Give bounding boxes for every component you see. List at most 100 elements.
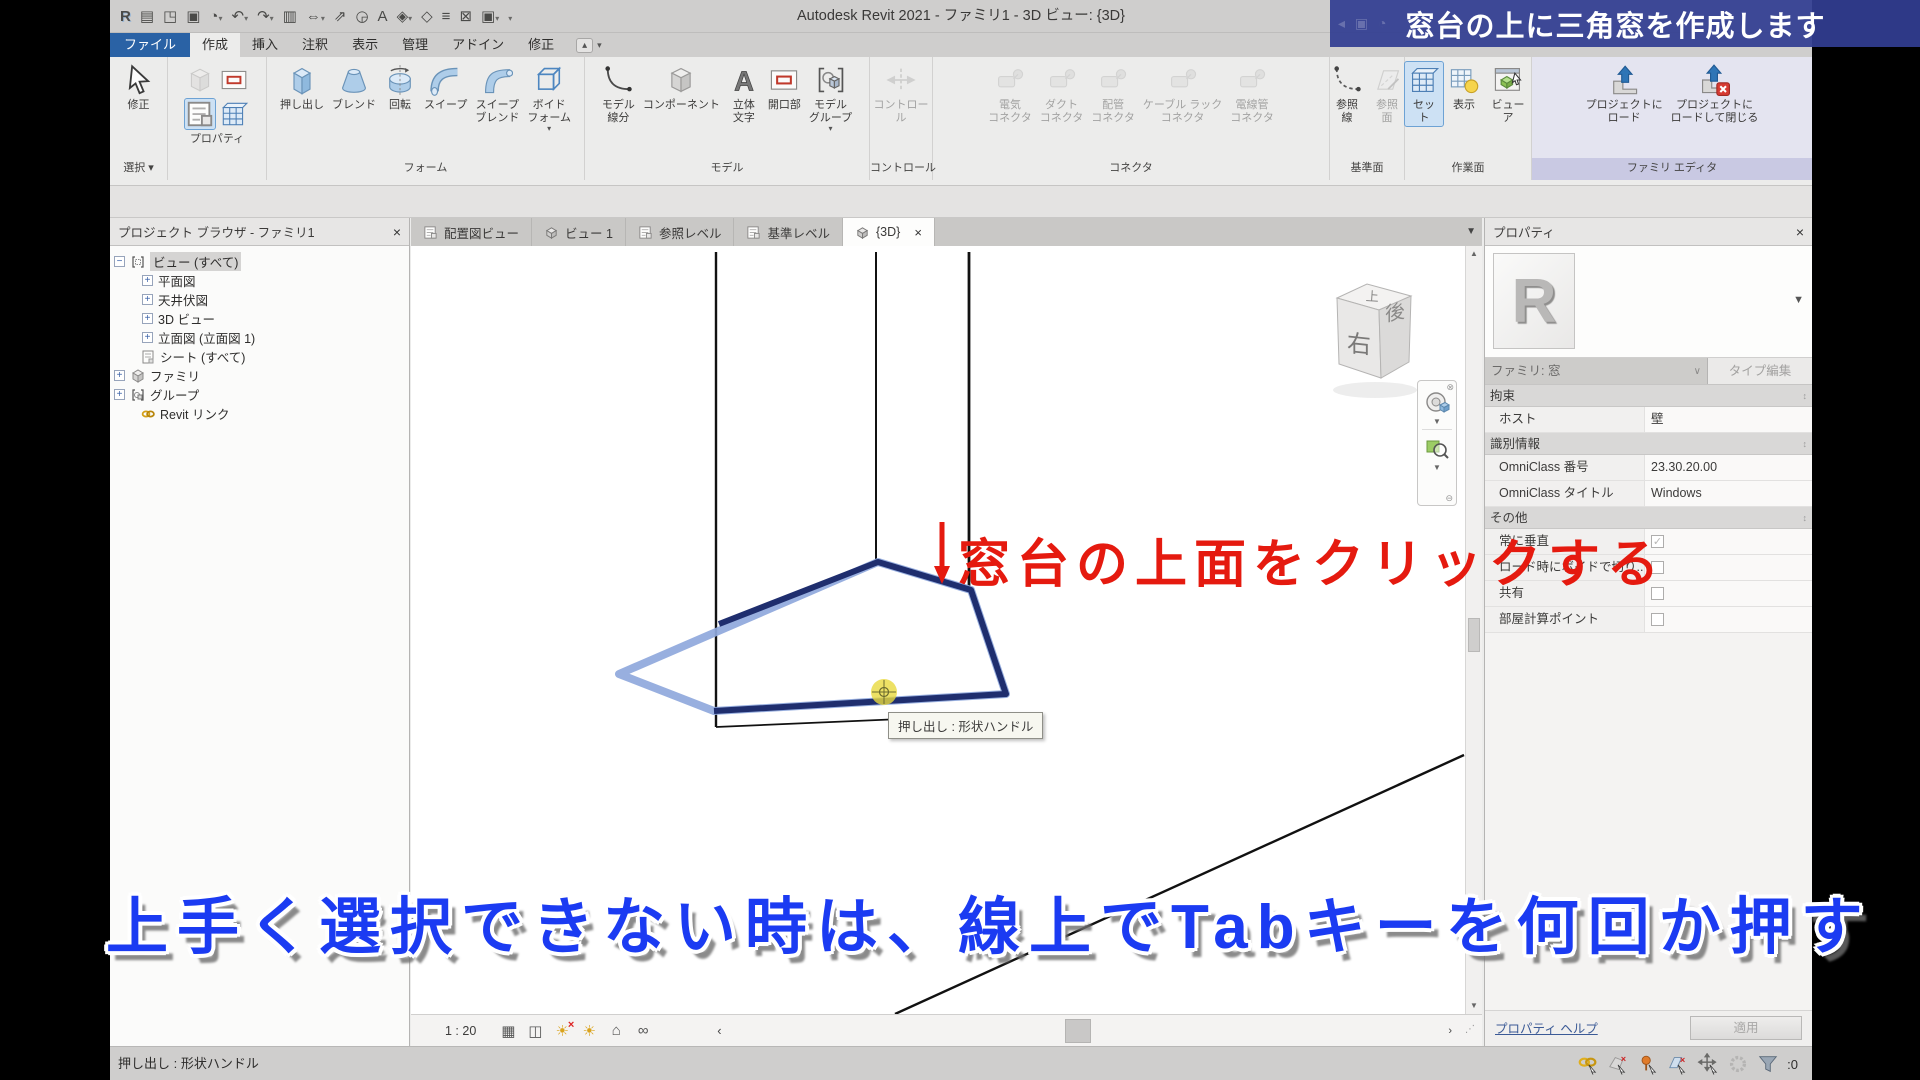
navbar-collapse-icon[interactable]: ⊖ xyxy=(1445,493,1453,504)
model-line-button[interactable]: モデル 線分 xyxy=(599,62,638,126)
tree-item-elevations[interactable]: + 立面図 (立面図 1) xyxy=(110,328,409,347)
properties-header[interactable]: プロパティ × xyxy=(1485,218,1812,246)
temporary-hide-isolate-icon[interactable]: ∞ xyxy=(633,1021,653,1041)
visual-style-icon[interactable]: ◫ xyxy=(525,1021,545,1041)
family-parameters-button[interactable] xyxy=(219,99,249,129)
sweep-blend-button[interactable]: スイープ ブレンド xyxy=(472,62,522,126)
tab-manage[interactable]: 管理 xyxy=(390,33,440,57)
group-label-form: フォーム xyxy=(267,158,584,180)
project-browser-close-icon[interactable]: × xyxy=(393,224,401,240)
view-tab-ref-level[interactable]: 参照レベル xyxy=(626,218,735,246)
view-scale[interactable]: 1 : 20 xyxy=(445,1024,476,1038)
select-underlay-icon[interactable] xyxy=(1607,1053,1629,1075)
set-workplane-button[interactable]: セット xyxy=(1405,62,1443,126)
extrusion-button[interactable]: 押し出し xyxy=(277,62,327,114)
model-text-button[interactable]: 立体 文字 xyxy=(725,62,763,126)
tree-item-families[interactable]: + ファミリ xyxy=(110,366,409,385)
tree-item-sheets[interactable]: シート (すべて) xyxy=(110,347,409,366)
edit-type-button[interactable]: タイプ編集 xyxy=(1708,358,1812,384)
model-group-dropdown-icon[interactable]: ▾ xyxy=(828,124,832,133)
group-label-properties[interactable]: プロパティ xyxy=(168,129,266,151)
tab-insert[interactable]: 挿入 xyxy=(240,33,290,57)
view-tab-close-icon[interactable]: × xyxy=(914,225,922,240)
tree-item-floor-plans[interactable]: + 平面図 xyxy=(110,271,409,290)
zoom-dropdown-icon[interactable]: ▼ xyxy=(1418,463,1456,472)
scroll-down-icon[interactable]: ▼ xyxy=(1466,998,1482,1014)
family-types-button[interactable] xyxy=(219,65,249,95)
reference-line-button[interactable]: 参照 線 xyxy=(1328,62,1366,126)
sun-path-icon[interactable]: ☀× xyxy=(552,1021,572,1041)
properties-help-link[interactable]: プロパティ ヘルプ xyxy=(1495,1018,1598,1037)
family-preview: R ▼ xyxy=(1485,246,1812,358)
tab-modify[interactable]: 修正 xyxy=(516,33,566,57)
properties-close-icon[interactable]: × xyxy=(1796,224,1804,240)
shadows-icon[interactable]: ☀ xyxy=(579,1021,599,1041)
view-tab-datum-level[interactable]: 基準レベル xyxy=(734,218,843,246)
ribbon-group-connector: 電気 コネクタ ダクト コネクタ 配管 コネクタ ケーブル ラック コネクタ 電… xyxy=(933,57,1330,180)
tab-view[interactable]: 表示 xyxy=(340,33,390,57)
select-pinned-icon[interactable] xyxy=(1637,1053,1659,1075)
tutorial-banner: ◂ ▣ ◔ 窓台の上に三角窓を作成します xyxy=(1330,0,1920,47)
room-calc-point-checkbox[interactable] xyxy=(1651,613,1664,626)
viewer-button[interactable]: ビューア xyxy=(1485,62,1531,126)
section-identity[interactable]: 識別情報↕ xyxy=(1485,433,1812,455)
type-dropdown-icon[interactable]: ▼ xyxy=(1793,294,1804,306)
revolve-button[interactable]: 回転 xyxy=(381,62,419,114)
selection-filter-icon[interactable] xyxy=(1757,1053,1779,1075)
drag-on-selection-icon[interactable] xyxy=(1697,1053,1719,1075)
project-browser-header[interactable]: プロジェクト ブラウザ - ファミリ1 × xyxy=(110,218,409,246)
load-into-project-button[interactable]: プロジェクトに ロード xyxy=(1583,62,1666,126)
view-tab-site[interactable]: 配置図ビュー xyxy=(411,218,532,246)
sweep-button[interactable]: スイープ xyxy=(421,62,470,114)
blend-button[interactable]: ブレンド xyxy=(329,62,379,114)
tab-create[interactable]: 作成 xyxy=(190,33,240,57)
tree-item-ceiling-plans[interactable]: + 天井伏図 xyxy=(110,290,409,309)
load-into-project-and-close-button[interactable]: プロジェクトに ロードして閉じる xyxy=(1668,62,1762,126)
control-button: コントロール xyxy=(870,62,932,126)
select-links-icon[interactable] xyxy=(1577,1053,1599,1075)
family-category-button[interactable] xyxy=(185,65,215,95)
select-by-face-icon[interactable] xyxy=(1667,1053,1689,1075)
apply-button[interactable]: 適用 xyxy=(1690,1016,1802,1040)
modify-button[interactable]: 修正 xyxy=(120,62,158,114)
detail-level-icon[interactable]: ▦ xyxy=(498,1021,518,1041)
view-tab-list-icon[interactable]: ▼ xyxy=(1466,218,1476,246)
view-control-bar: 1 : 20 ▦ ◫ ☀× ☀ ⌂ ∞ ‹ › xyxy=(411,1014,1482,1046)
tree-item-views[interactable]: − ビュー (すべて) xyxy=(110,252,409,271)
tree-item-groups[interactable]: + グループ xyxy=(110,385,409,404)
properties-title: プロパティ xyxy=(1493,222,1555,241)
ribbon-display-toggle[interactable]: ▴▾ xyxy=(576,33,602,57)
crop-region-icon[interactable] xyxy=(660,1021,680,1041)
navbar-close-icon[interactable]: ⊗ xyxy=(1446,382,1454,393)
viewbar-collapse-icon[interactable]: ‹ xyxy=(717,1023,721,1038)
section-constraints[interactable]: 拘束↕ xyxy=(1485,385,1812,407)
reveal-hidden-icon[interactable] xyxy=(687,1021,707,1041)
group-label-select[interactable]: 選択 ▾ xyxy=(110,158,167,180)
file-tab[interactable]: ファイル xyxy=(110,33,190,57)
horizontal-scrollbar[interactable]: › ⋰ xyxy=(732,1015,1482,1046)
tree-item-3d-views[interactable]: + 3D ビュー xyxy=(110,309,409,328)
tree-item-revit-links[interactable]: Revit リンク xyxy=(110,404,409,423)
cable-tray-connector-button: ケーブル ラック コネクタ xyxy=(1140,62,1225,126)
component-button[interactable]: コンポーネント xyxy=(640,62,723,114)
crop-view-icon[interactable]: ⌂ xyxy=(606,1021,626,1041)
zoom-tool-icon[interactable] xyxy=(1418,433,1456,463)
worksharing-icon xyxy=(1727,1053,1749,1075)
view-cube-shadow xyxy=(1333,382,1417,398)
tab-addins[interactable]: アドイン xyxy=(440,33,516,57)
horizontal-scroll-thumb[interactable] xyxy=(1065,1019,1091,1043)
void-form-button[interactable]: ボイド フォーム▾ xyxy=(524,62,574,135)
view-tab-3d[interactable]: {3D}× xyxy=(843,218,935,246)
properties-palette-button[interactable] xyxy=(185,99,215,129)
show-workplane-button[interactable]: 表示 xyxy=(1445,62,1483,114)
scroll-right-icon[interactable]: › xyxy=(1448,1015,1452,1047)
type-selector-dropdown[interactable]: ファミリ: 窓∨ xyxy=(1485,358,1708,384)
view-tab-view1[interactable]: ビュー 1 xyxy=(532,218,626,246)
scroll-up-icon[interactable]: ▲ xyxy=(1466,246,1482,262)
opening-button[interactable]: 開口部 xyxy=(765,62,804,114)
vertical-scroll-thumb[interactable] xyxy=(1468,618,1480,652)
model-group-button[interactable]: モデル グループ▾ xyxy=(806,62,855,135)
steering-wheel-dropdown-icon[interactable]: ▼ xyxy=(1418,417,1456,426)
tab-annotate[interactable]: 注釈 xyxy=(290,33,340,57)
void-form-dropdown-icon[interactable]: ▾ xyxy=(547,124,551,133)
